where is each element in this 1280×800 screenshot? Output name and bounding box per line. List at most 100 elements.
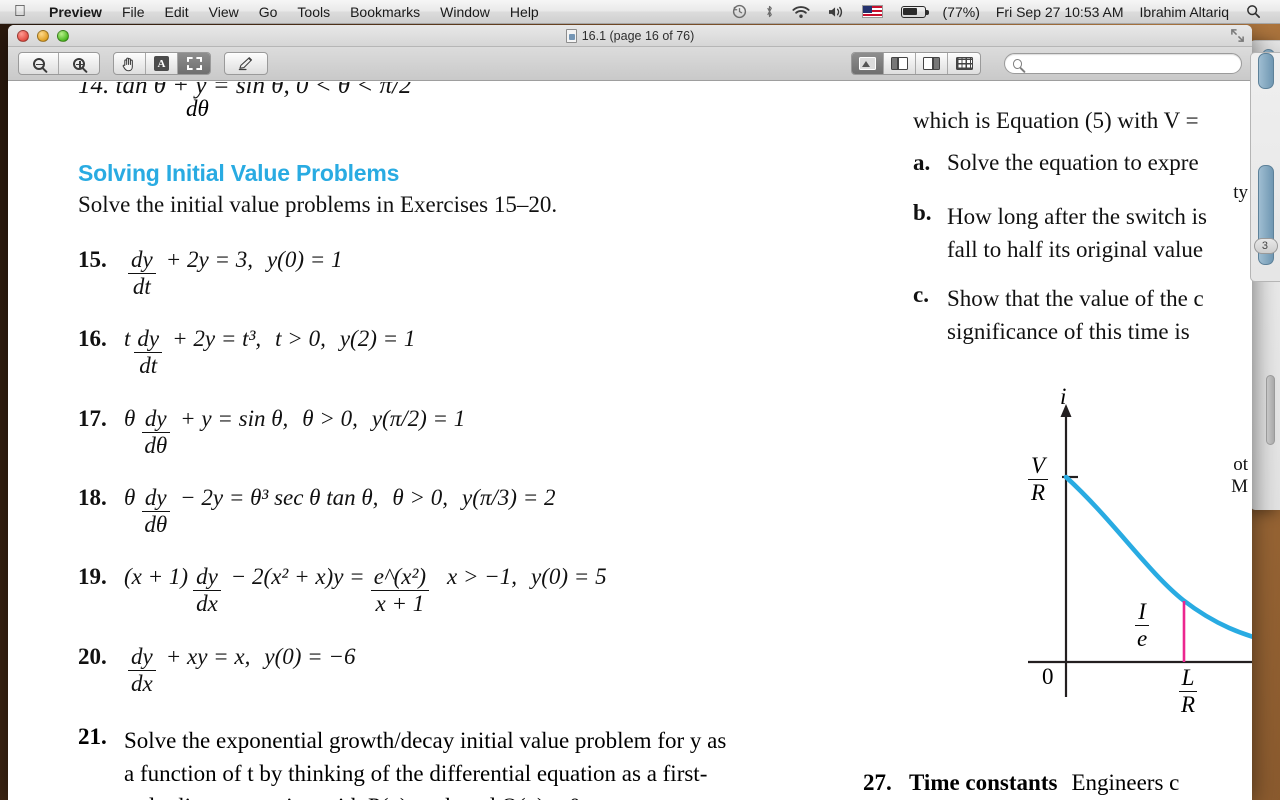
markup-pen-icon[interactable] <box>225 53 267 74</box>
spotlight-search-icon[interactable] <box>1237 4 1270 19</box>
item-text: significance of this time is <box>947 319 1190 344</box>
exercise-initial-condition: y(0) = 1 <box>266 247 343 272</box>
us-flag-icon[interactable] <box>853 5 892 18</box>
exercise-number: 15. <box>78 247 107 272</box>
view-single-page-icon[interactable] <box>852 53 884 74</box>
menubar-username[interactable]: Ibrahim Altariq <box>1132 4 1237 20</box>
time-machine-icon[interactable] <box>723 4 756 19</box>
tool-mode-group: A <box>113 52 211 75</box>
view-thumbnails-icon[interactable] <box>884 53 916 74</box>
menu-item-preview[interactable]: Preview <box>39 0 112 24</box>
exercise-21: 21. Solve the exponential growth/decay i… <box>78 724 726 800</box>
rectangle-select-icon[interactable] <box>178 53 210 74</box>
background-window-scrollbar-thumb[interactable] <box>1262 136 1275 241</box>
pdf-page-canvas[interactable]: 14. tan θ + y = sin θ, 0 < θ < π/2 dθ So… <box>8 82 1252 800</box>
fraction-numerator: dy <box>193 565 221 591</box>
view-table-of-contents-icon[interactable] <box>916 53 948 74</box>
menu-item-edit[interactable]: Edit <box>155 0 199 24</box>
zoom-in-icon[interactable] <box>59 53 99 74</box>
chart-y-intercept-label: V R <box>1028 454 1049 504</box>
preview-toolbar: A <box>8 47 1252 81</box>
exercise-number: 27. <box>863 770 892 795</box>
apple-logo-icon[interactable]:  <box>0 3 39 20</box>
hand-tool-icon[interactable] <box>114 53 146 74</box>
menu-item-view[interactable]: View <box>199 0 249 24</box>
exercise-27-text: Engineers c <box>1071 770 1180 795</box>
fraction-denominator: dt <box>139 352 158 378</box>
exercise-fraction: dy dθ <box>141 486 170 536</box>
item-text: How long after the switch is <box>947 204 1207 229</box>
menu-item-go[interactable]: Go <box>249 0 288 24</box>
exercise-lead: θ <box>124 406 136 431</box>
exercise-item: 15. dy dt + 2y = 3, y(0) = 1 <box>78 247 343 298</box>
exercise-21-line: a function of t by thinking of the diffe… <box>124 761 708 786</box>
exercise-fraction: dy dx <box>193 565 221 615</box>
fraction-numerator: dy <box>141 486 170 512</box>
item-label: a. <box>913 150 931 175</box>
obscured-text-fragment-ot: ot <box>1233 454 1248 475</box>
fraction-numerator: dy <box>128 248 156 274</box>
exercise-number: 17. <box>78 406 107 431</box>
menu-item-bookmarks[interactable]: Bookmarks <box>340 0 430 24</box>
preview-window: 16.1 (page 16 of 76) A 14. tan θ + y = s… <box>8 25 1252 800</box>
exercise-body: + 2y = 3, <box>165 247 253 272</box>
exercise-number: 20. <box>78 644 107 669</box>
exercise-21-line: Solve the exponential growth/decay initi… <box>124 728 727 753</box>
view-contact-sheet-icon[interactable] <box>948 53 980 74</box>
menu-item-help[interactable]: Help <box>500 0 549 24</box>
right-column-item-a: a. Solve the equation to expre <box>913 150 1199 176</box>
text-select-icon[interactable]: A <box>146 53 178 74</box>
exercise-lead: t <box>124 326 131 351</box>
item-label: b. <box>913 200 932 225</box>
exercise-initial-condition: y(2) = 1 <box>339 326 416 351</box>
volume-icon[interactable] <box>819 5 853 19</box>
fraction-numerator: dy <box>141 407 170 433</box>
exercise-initial-condition: y(π/3) = 2 <box>462 485 556 510</box>
search-field[interactable] <box>1004 53 1242 74</box>
menubar-clock[interactable]: Fri Sep 27 10:53 AM <box>988 4 1132 20</box>
menu-item-tools[interactable]: Tools <box>287 0 340 24</box>
window-title-group: 16.1 (page 16 of 76) <box>8 28 1252 43</box>
fullscreen-expand-icon[interactable] <box>1230 28 1245 43</box>
fraction-denominator: dθ <box>144 432 168 458</box>
section-instruction: Solve the initial value problems in Exer… <box>78 192 558 217</box>
exercise-27: 27. Time constants Engineers c <box>863 770 1179 796</box>
item-text: fall to half its original value <box>947 237 1204 262</box>
exercise-27-title: Time constants <box>909 770 1058 795</box>
rhs-numerator: e^(x²) <box>370 565 430 591</box>
search-input[interactable] <box>1027 56 1233 71</box>
menu-item-window[interactable]: Window <box>430 0 500 24</box>
exercise-number: 19. <box>78 564 107 589</box>
exercise-initial-condition: y(π/2) = 1 <box>371 406 466 431</box>
exercise-rhs-fraction: e^(x²) x + 1 <box>370 565 430 615</box>
exercise-number: 21. <box>78 724 107 749</box>
exercise-item: 18. θ dy dθ − 2y = θ³ sec θ tan θ, θ > 0… <box>78 485 555 536</box>
exercise-item: 20. dy dx + xy = x, y(0) = −6 <box>78 644 355 695</box>
fraction-denominator: dt <box>132 273 151 299</box>
zoom-out-icon[interactable] <box>19 53 59 74</box>
background-window-scrollbar-thumb-2[interactable] <box>1262 49 1275 75</box>
section-heading: Solving Initial Value Problems <box>78 160 400 186</box>
exercise-body: + xy = x, <box>165 644 251 669</box>
chart-origin-label: 0 <box>1042 664 1054 689</box>
window-titlebar[interactable]: 16.1 (page 16 of 76) <box>8 25 1252 47</box>
search-icon <box>1013 58 1023 69</box>
chart-y-axis-label: i <box>1060 384 1067 409</box>
label-numerator: V <box>1028 454 1049 480</box>
exercise-condition: x > −1, <box>447 564 518 589</box>
bluetooth-icon[interactable] <box>756 4 783 19</box>
label-numerator: I <box>1135 600 1149 626</box>
background-window[interactable] <box>1250 40 1280 510</box>
item-text: Solve the equation to expre <box>947 150 1199 175</box>
chart-time-constant-label: L R <box>1178 666 1198 716</box>
battery-percent: (77%) <box>942 3 980 20</box>
menu-item-file[interactable]: File <box>112 0 155 24</box>
exercise-14-cutoff: 14. tan θ + y = sin θ, 0 < θ < π/2 <box>78 82 412 102</box>
battery-icon[interactable] <box>892 5 935 18</box>
wifi-icon[interactable] <box>783 5 819 19</box>
right-column-intro: which is Equation (5) with V = <box>913 108 1199 133</box>
exercise-body: + y = sin θ, <box>180 406 289 431</box>
label-denominator: e <box>1137 625 1148 651</box>
obscured-text-fragment-ty: ty <box>1233 182 1248 203</box>
exercise-fraction: dy dt <box>128 248 156 298</box>
